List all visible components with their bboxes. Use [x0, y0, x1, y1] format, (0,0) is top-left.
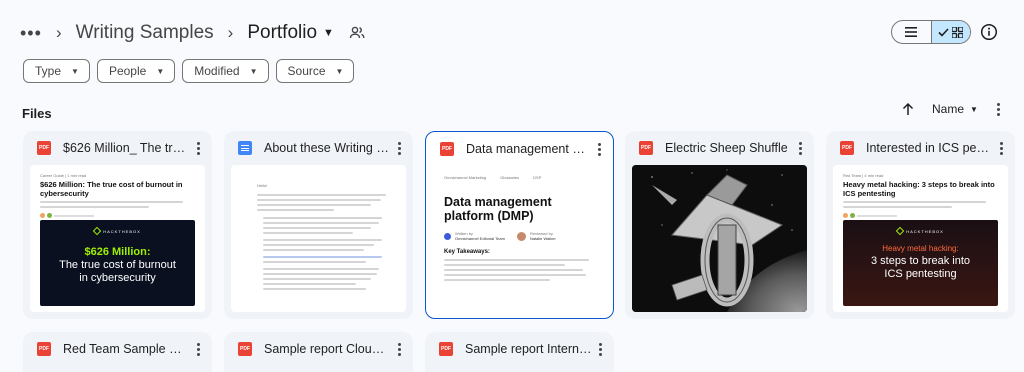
- file-thumbnail: Omnichannel Marketing Glossaries DSP Dat…: [432, 165, 607, 312]
- pdf-file-icon: PDF: [840, 141, 854, 155]
- caret-down-icon: ▼: [71, 66, 79, 76]
- file-card[interactable]: PDF Electric Sheep Shuffle: [625, 131, 814, 319]
- breadcrumb-current-folder[interactable]: Portfolio: [247, 22, 317, 44]
- hero-text: in cybersecurity: [79, 272, 156, 284]
- thumb-heading: Heavy metal hacking: 3 steps to break in…: [843, 180, 995, 198]
- breadcrumb-parent[interactable]: Writing Samples: [76, 22, 214, 44]
- file-thumbnail: Red Team | 4 min read Heavy metal hackin…: [833, 165, 1008, 312]
- filter-label: Type: [35, 64, 62, 78]
- caret-down-icon[interactable]: ▼: [323, 27, 334, 39]
- shared-people-icon[interactable]: [348, 24, 366, 42]
- hero-text: Heavy metal hacking:: [882, 244, 959, 253]
- info-icon[interactable]: [980, 23, 998, 41]
- doc-greeting: Hello!: [257, 183, 268, 188]
- filter-label: People: [108, 64, 147, 78]
- filter-people[interactable]: People ▼: [96, 59, 176, 83]
- file-title: Sample report Internal Pentest: [465, 342, 592, 356]
- space-station-illustration: [632, 165, 807, 312]
- hero-text: 3 steps to break into: [870, 255, 971, 267]
- thumb-hero: HACKTHEBOX $626 Million: The true cost o…: [40, 220, 195, 306]
- grid-view-button[interactable]: [930, 21, 970, 43]
- thumb-author-name: Omnichannel Editorial Team: [455, 236, 505, 241]
- arrow-up-icon[interactable]: [900, 101, 916, 117]
- file-card[interactable]: About these Writing Samples Hello!: [224, 131, 413, 319]
- grid-icon: [952, 26, 964, 38]
- pdf-file-icon: PDF: [440, 142, 454, 156]
- chevron-right-icon: ›: [227, 23, 234, 42]
- file-title: Red Team Sample Report: [63, 342, 190, 356]
- brand-logo: HACKTHEBOX: [103, 228, 141, 234]
- caret-down-icon: ▼: [970, 104, 978, 114]
- thumb-tag: Omnichannel Marketing: [444, 175, 487, 180]
- hero-text: ICS pentesting: [884, 268, 957, 280]
- thumb-heading: $626 Million: The true cost of burnout i…: [40, 180, 183, 198]
- file-card[interactable]: PDF Interested in ICS pentesting? Red Te…: [826, 131, 1015, 319]
- filter-source[interactable]: Source ▼: [275, 59, 355, 83]
- drive-page: ••• › Writing Samples › Portfolio ▼ Type…: [0, 0, 1024, 372]
- sort-label: Name: [932, 102, 965, 116]
- filter-type[interactable]: Type ▼: [23, 59, 90, 83]
- hero-text: The true cost of burnout: [59, 259, 176, 271]
- filter-bar: Type ▼ People ▼ Modified ▼ Source ▼: [23, 59, 355, 83]
- file-title: Interested in ICS pentesting?: [866, 141, 993, 155]
- kebab-menu-icon[interactable]: [391, 341, 407, 357]
- file-card[interactable]: PDF $626 Million_ The true cost of burno…: [23, 131, 212, 319]
- thumb-tag: Glossaries: [500, 175, 520, 180]
- list-icon: [905, 27, 918, 37]
- chevron-right-icon: ›: [56, 23, 62, 42]
- breadcrumb-more-button[interactable]: •••: [20, 23, 42, 44]
- kebab-menu-icon[interactable]: [190, 341, 206, 357]
- file-card[interactable]: PDF Sample report Internal Pentest: [425, 332, 614, 372]
- thumb-tag: DSP: [533, 175, 542, 180]
- pdf-file-icon: PDF: [439, 342, 453, 356]
- section-title: Files: [22, 106, 52, 121]
- file-title: About these Writing Samples: [264, 141, 391, 155]
- more-options-button[interactable]: [990, 100, 1006, 118]
- kebab-menu-icon[interactable]: [391, 140, 407, 156]
- file-title: $626 Million_ The true cost of burnout i…: [63, 141, 190, 155]
- file-title: Electric Sheep Shuffle: [665, 141, 788, 155]
- pdf-file-icon: PDF: [639, 141, 653, 155]
- kebab-menu-icon[interactable]: [792, 140, 808, 156]
- thumb-heading: Data management platform (DMP): [444, 195, 552, 223]
- thumb-hero: HACKTHEBOX Heavy metal hacking: 3 steps …: [843, 220, 998, 306]
- file-thumbnail: Hello!: [231, 165, 406, 312]
- file-title: Data management platform (DMP): [466, 142, 591, 156]
- file-card[interactable]: PDF Red Team Sample Report: [23, 332, 212, 372]
- file-thumbnail: [632, 165, 807, 312]
- list-view-button[interactable]: [892, 21, 931, 43]
- docs-file-icon: [238, 141, 252, 155]
- filter-label: Source: [287, 64, 326, 78]
- kebab-menu-icon[interactable]: [993, 140, 1009, 156]
- caret-down-icon: ▼: [335, 66, 344, 76]
- file-card-selected[interactable]: PDF Data management platform (DMP) Omnic…: [425, 131, 614, 319]
- thumb-header: Red Team | 4 min read: [843, 173, 884, 178]
- pdf-file-icon: PDF: [37, 141, 51, 155]
- filter-modified[interactable]: Modified ▼: [182, 59, 269, 83]
- sort-by-button[interactable]: Name ▼: [932, 102, 978, 116]
- kebab-menu-icon[interactable]: [190, 140, 206, 156]
- pdf-file-icon: PDF: [37, 342, 51, 356]
- thumb-header: Career Guide | 1 min read: [40, 173, 87, 178]
- kebab-menu-icon[interactable]: [592, 341, 608, 357]
- check-icon: [938, 27, 950, 37]
- file-thumbnail: Career Guide | 1 min read $626 Million: …: [30, 165, 205, 312]
- brand-logo: HACKTHEBOX: [906, 228, 944, 234]
- breadcrumb: ••• › Writing Samples › Portfolio ▼: [20, 18, 366, 48]
- hero-text: $626 Million:: [84, 246, 151, 258]
- filter-label: Modified: [194, 64, 240, 78]
- kebab-menu-icon[interactable]: [591, 141, 607, 157]
- file-title: Sample report Cloud Security: [264, 342, 391, 356]
- thumb-author-name: Natalie Walker: [529, 236, 556, 241]
- caret-down-icon: ▼: [249, 66, 258, 76]
- view-toggle: [891, 20, 971, 44]
- thumb-subheading: Key Takeaways:: [444, 249, 490, 255]
- pdf-file-icon: PDF: [238, 342, 252, 356]
- caret-down-icon: ▼: [156, 66, 165, 76]
- file-card[interactable]: PDF Sample report Cloud Security: [224, 332, 413, 372]
